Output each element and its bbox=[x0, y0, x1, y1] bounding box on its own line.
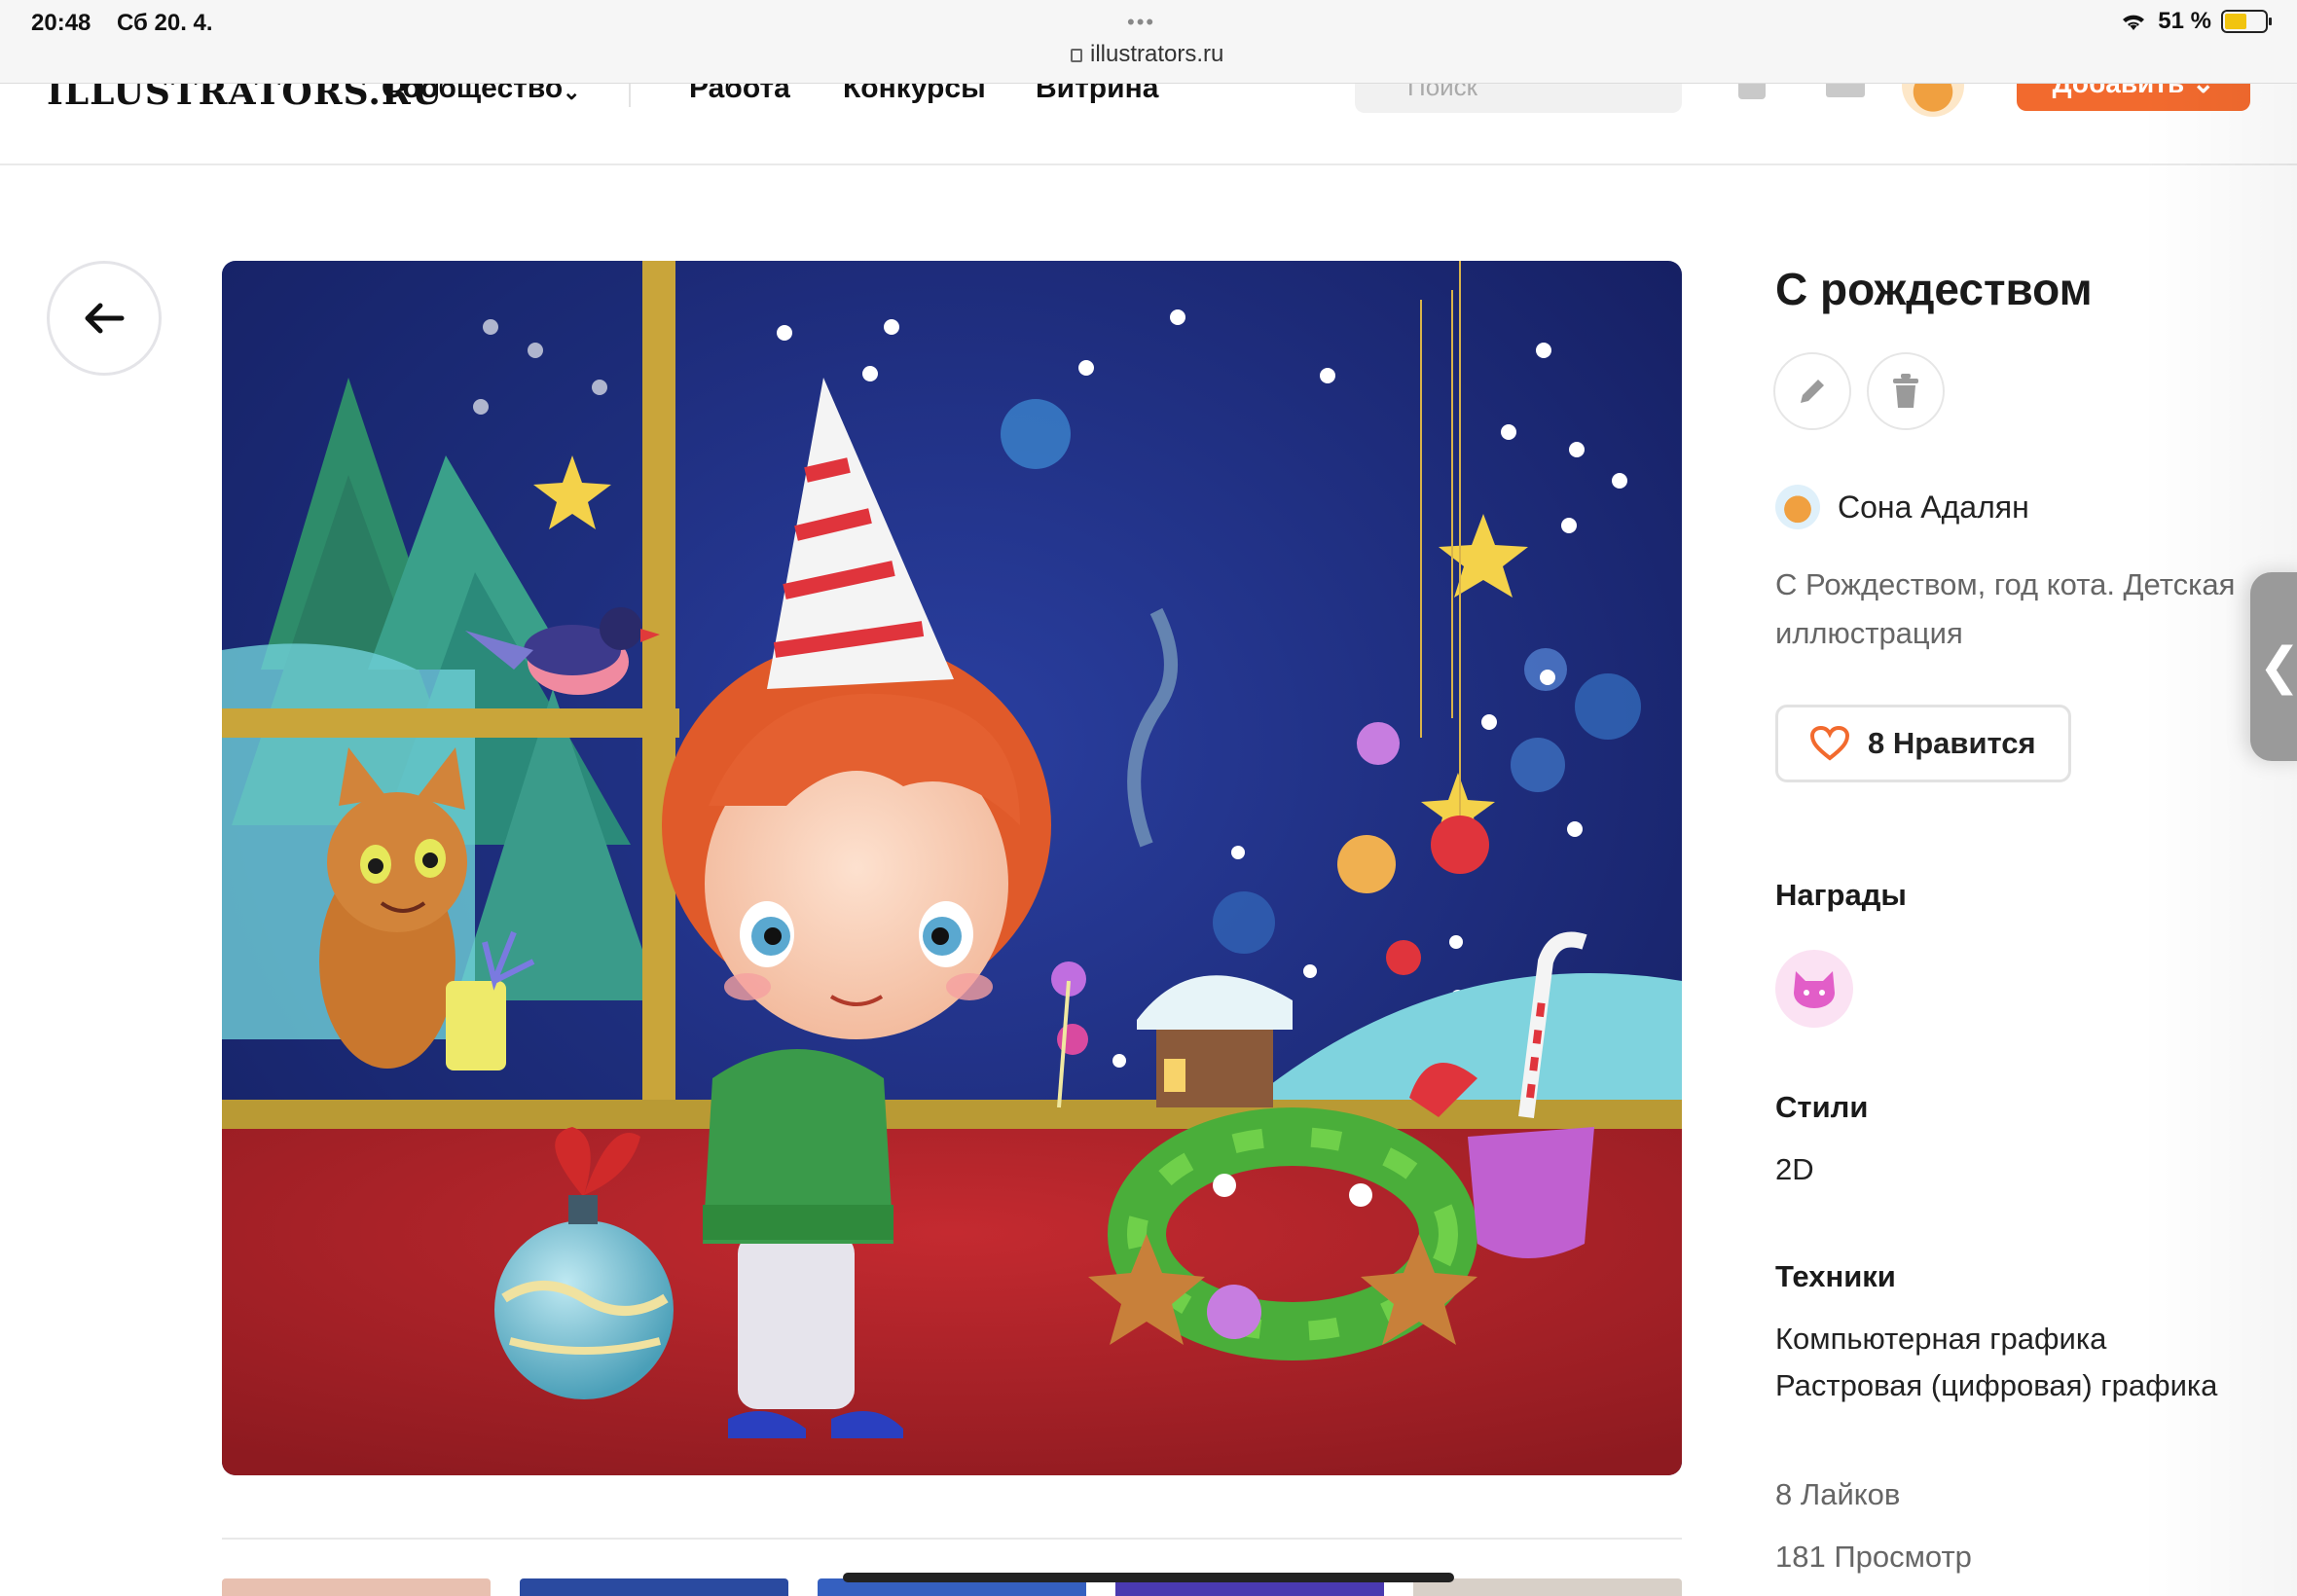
like-label: 8 Нравится bbox=[1868, 726, 2036, 760]
technique-item[interactable]: Компьютерная графика bbox=[1775, 1322, 2106, 1357]
section-divider bbox=[222, 1538, 1682, 1540]
status-indicators: 51 % bbox=[2119, 8, 2272, 35]
artwork-image[interactable] bbox=[222, 261, 1682, 1475]
author-avatar[interactable] bbox=[1775, 485, 1820, 529]
side-panel-toggle[interactable]: ❮ bbox=[2250, 572, 2297, 761]
pencil-icon bbox=[1801, 380, 1824, 403]
window-frame bbox=[642, 261, 675, 1137]
edit-button[interactable] bbox=[1773, 352, 1851, 430]
red-floor bbox=[222, 1129, 1682, 1475]
awards-heading: Награды bbox=[1775, 878, 1907, 912]
styles-heading: Стили bbox=[1775, 1090, 1869, 1124]
thumbnail[interactable] bbox=[222, 1578, 491, 1596]
more-dots-icon[interactable]: ••• bbox=[1127, 10, 1155, 35]
style-value[interactable]: 2D bbox=[1775, 1152, 1814, 1187]
award-badge[interactable] bbox=[1775, 950, 1853, 1028]
status-date: Сб 20. 4. bbox=[117, 10, 213, 36]
arrow-left-icon bbox=[85, 303, 125, 334]
url-text: illustrators.ru bbox=[1090, 41, 1224, 67]
chevron-down-icon[interactable]: ⌄ bbox=[563, 84, 580, 105]
author-link[interactable]: Сона Адалян bbox=[1775, 485, 2029, 529]
author-name[interactable]: Сона Адалян bbox=[1838, 490, 2029, 526]
battery-icon bbox=[2221, 10, 2272, 33]
mail-icon[interactable] bbox=[1826, 84, 1865, 97]
like-button[interactable]: 8 Нравится bbox=[1775, 705, 2071, 782]
artwork-title: С рождеством bbox=[1775, 264, 2093, 314]
address-bar[interactable]: illustrators.ru bbox=[1071, 41, 1223, 68]
search-input[interactable]: Поиск bbox=[1355, 84, 1682, 113]
trash-icon bbox=[1893, 374, 1918, 408]
lock-icon bbox=[1071, 49, 1082, 62]
techniques-heading: Техники bbox=[1775, 1259, 1896, 1293]
nav-showcase[interactable]: Витрина bbox=[1036, 84, 1158, 105]
thumbnail[interactable] bbox=[1413, 1578, 1682, 1596]
nav-divider bbox=[629, 84, 631, 107]
bell-icon[interactable] bbox=[1738, 84, 1766, 99]
status-bar: 20:48 Сб 20. 4. ••• illustrators.ru 51 % bbox=[0, 0, 2297, 84]
thumbnail[interactable] bbox=[520, 1578, 788, 1596]
battery-percent: 51 % bbox=[2158, 8, 2211, 34]
user-avatar[interactable] bbox=[1902, 84, 1964, 117]
nav-contests[interactable]: Конкурсы bbox=[843, 84, 986, 105]
home-indicator[interactable] bbox=[843, 1573, 1454, 1582]
likes-count: 8 Лайков bbox=[1775, 1477, 1901, 1511]
chevron-left-icon: ❮ bbox=[2258, 638, 2297, 695]
views-count: 181 Просмотр bbox=[1775, 1540, 1972, 1574]
search-placeholder: Поиск bbox=[1407, 84, 1478, 101]
site-header: ILLUSTRATORS.RU Сообщество ⌄ Работа Конк… bbox=[0, 84, 2297, 165]
status-time: 20:48 bbox=[31, 10, 91, 36]
back-button[interactable] bbox=[47, 261, 162, 376]
wifi-icon bbox=[2123, 15, 2145, 30]
nav-community[interactable]: Сообщество bbox=[382, 84, 563, 105]
heart-icon bbox=[1809, 726, 1850, 761]
cat-face-icon bbox=[1794, 971, 1835, 1008]
side-shade bbox=[2141, 84, 2297, 1596]
nav-work[interactable]: Работа bbox=[689, 84, 790, 105]
delete-button[interactable] bbox=[1867, 352, 1945, 430]
